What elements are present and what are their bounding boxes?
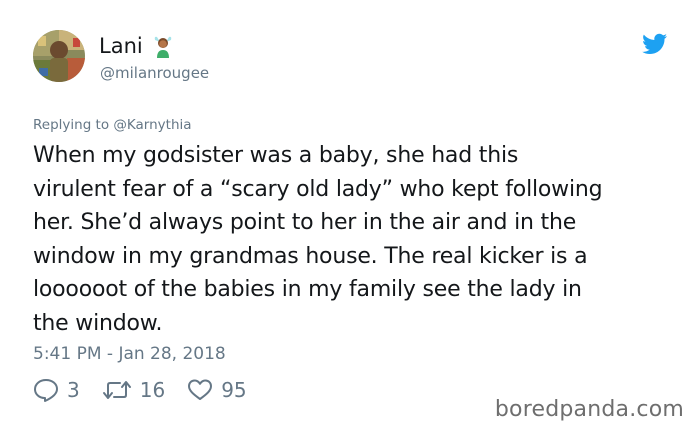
user-handle[interactable]: @milanrougee (100, 63, 209, 83)
tweet-text-line: virulent fear of a “scary old lady” who … (33, 176, 603, 202)
retweet-icon (102, 381, 131, 399)
tweet-text-line: the window. (33, 310, 163, 336)
tweet-actions: 3 16 95 (33, 378, 269, 402)
tweet-text-line: window in my grandmas house. The real ki… (33, 243, 588, 269)
tweet-text-line: When my godsister was a baby, she had th… (33, 143, 519, 168)
display-name-text: Lani (99, 34, 143, 58)
watermark: boredpanda.com (494, 397, 684, 422)
like-count: 95 (221, 378, 247, 402)
avatar[interactable] (33, 30, 85, 82)
tweet-text-line: her. She’d always point to her in the ai… (33, 210, 577, 235)
avatar-photo-icon (33, 30, 85, 82)
reply-count: 3 (67, 378, 80, 402)
heart-icon (188, 379, 213, 400)
display-name[interactable]: Lani (99, 33, 175, 59)
person-gesturing-ok-emoji-icon (154, 36, 171, 58)
reply-icon (34, 379, 58, 402)
tweet-card: Lani @milanrougee Replying to @Karnythia… (0, 0, 700, 435)
retweet-count: 16 (139, 378, 166, 402)
like-button[interactable]: 95 (187, 378, 247, 402)
twitter-bird-icon[interactable] (642, 33, 667, 55)
reply-button[interactable]: 3 (33, 378, 80, 402)
replying-to[interactable]: Replying to @Karnythia (33, 116, 192, 134)
tweet-text-line: loooooot of the babies in my family see … (33, 277, 582, 302)
tweet-text: When my godsister was a baby, she had th… (33, 139, 688, 340)
tweet-timestamp[interactable]: 5:41 PM - Jan 28, 2018 (33, 343, 226, 365)
retweet-button[interactable]: 16 (102, 378, 165, 402)
